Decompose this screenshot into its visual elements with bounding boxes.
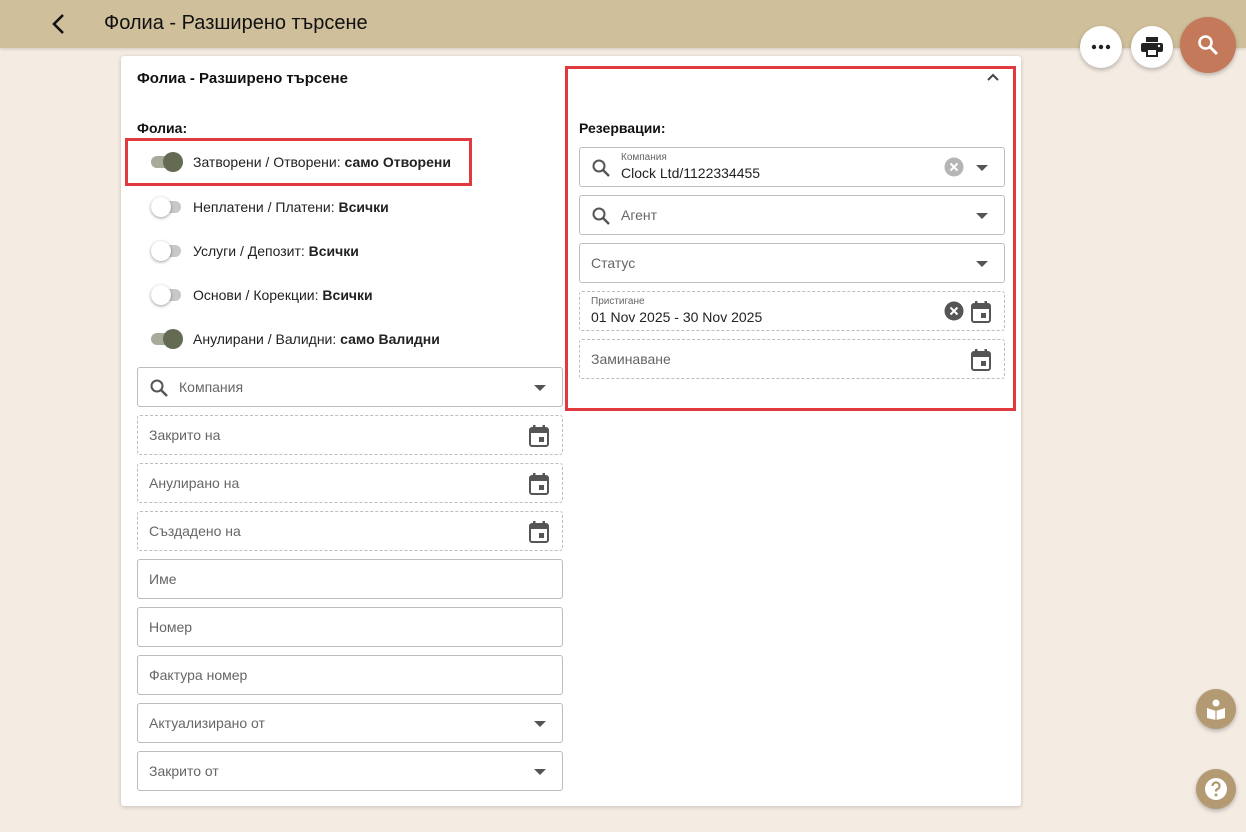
name-input[interactable]: Име [137, 559, 563, 599]
closed-by-select[interactable]: Закрито от [137, 751, 563, 791]
help-button[interactable] [1196, 769, 1236, 809]
more-horizontal-icon [1091, 44, 1111, 50]
toggle-label: Услуги / Депозит: Всички [193, 243, 359, 259]
collapse-icon[interactable] [986, 70, 1000, 84]
search-icon [590, 157, 612, 179]
number-input[interactable]: Номер [137, 607, 563, 647]
toggle-label: Основи / Корекции: Всички [193, 287, 373, 303]
status-select[interactable]: Статус [579, 243, 1005, 283]
card-title: Фолиа - Разширено търсене [137, 70, 348, 87]
created-on-date-field[interactable]: Създадено на [137, 511, 563, 551]
advanced-search-card: Фолиа - Разширено търсене Фолиа: Затворе… [121, 56, 1021, 806]
toggle-switch[interactable] [149, 285, 183, 305]
guide-icon [1207, 699, 1225, 720]
dropdown-arrow-icon [534, 385, 546, 391]
toggle-base-corrections[interactable]: Основи / Корекции: Всички [149, 283, 373, 307]
calendar-icon[interactable] [970, 301, 992, 323]
calendar-icon[interactable] [528, 473, 550, 495]
print-icon [1141, 37, 1163, 57]
toggle-switch[interactable] [149, 241, 183, 261]
clear-icon[interactable] [944, 157, 964, 177]
invoice-number-input[interactable]: Фактура номер [137, 655, 563, 695]
search-icon [148, 377, 170, 399]
reservation-company-select[interactable]: Компания Clock Ltd/1122334455 [579, 147, 1005, 187]
folios-label: Фолиа: [137, 120, 188, 136]
help-icon [1205, 778, 1227, 800]
search-button[interactable] [1180, 17, 1236, 73]
arrival-date-range-field[interactable]: Пристигане 01 Nov 2025 - 30 Nov 2025 [579, 291, 1005, 331]
toggle-closed-open[interactable]: Затворени / Отворени: само Отворени [149, 150, 451, 174]
more-button[interactable] [1080, 26, 1122, 68]
search-icon [590, 205, 612, 227]
top-bar: Фолиа - Разширено търсене [0, 0, 1246, 48]
closed-on-date-field[interactable]: Закрито на [137, 415, 563, 455]
toggle-label: Затворени / Отворени: само Отворени [193, 154, 451, 170]
toggle-switch[interactable] [149, 329, 183, 349]
search-icon [1198, 35, 1219, 56]
calendar-icon[interactable] [528, 521, 550, 543]
toggle-label: Неплатени / Платени: Всички [193, 199, 389, 215]
toggle-switch[interactable] [149, 197, 183, 217]
reservations-label: Резервации: [579, 120, 666, 136]
arrow-back-icon [52, 14, 64, 34]
departure-date-field[interactable]: Заминаване [579, 339, 1005, 379]
guide-button[interactable] [1196, 689, 1236, 729]
dropdown-arrow-icon [534, 721, 546, 727]
cancelled-on-date-field[interactable]: Анулирано на [137, 463, 563, 503]
dropdown-arrow-icon [976, 165, 988, 171]
page-title: Фолиа - Разширено търсене [104, 12, 368, 34]
toggle-unpaid-paid[interactable]: Неплатени / Платени: Всички [149, 195, 389, 219]
clear-icon[interactable] [944, 301, 964, 321]
calendar-icon[interactable] [970, 349, 992, 371]
dropdown-arrow-icon [534, 769, 546, 775]
toggle-cancelled-valid[interactable]: Анулирани / Валидни: само Валидни [149, 327, 440, 351]
company-select[interactable]: Компания [137, 367, 563, 407]
agent-select[interactable]: Агент [579, 195, 1005, 235]
toggle-services-deposit[interactable]: Услуги / Депозит: Всички [149, 239, 359, 263]
toggle-switch[interactable] [149, 152, 183, 172]
updated-by-select[interactable]: Актуализирано от [137, 703, 563, 743]
print-button[interactable] [1131, 26, 1173, 68]
dropdown-arrow-icon [976, 261, 988, 267]
calendar-icon[interactable] [528, 425, 550, 447]
dropdown-arrow-icon [976, 213, 988, 219]
back-button[interactable] [44, 10, 72, 38]
toggle-label: Анулирани / Валидни: само Валидни [193, 331, 440, 347]
